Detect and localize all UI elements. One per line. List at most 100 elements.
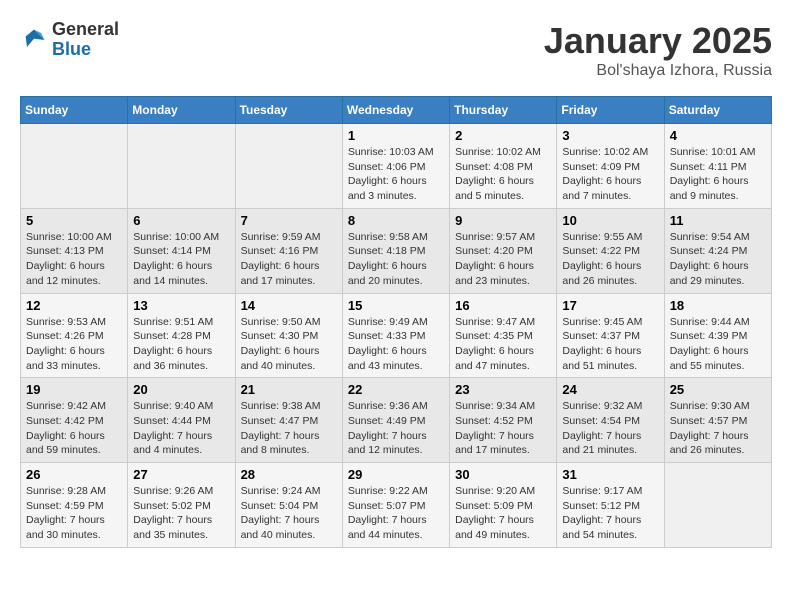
header-friday: Friday [557,97,664,124]
day-info: Sunrise: 9:51 AMSunset: 4:28 PMDaylight:… [133,315,229,374]
day-number: 4 [670,128,766,143]
calendar-cell: 4Sunrise: 10:01 AMSunset: 4:11 PMDayligh… [664,124,771,209]
day-number: 28 [241,467,337,482]
day-number: 11 [670,213,766,228]
day-number: 6 [133,213,229,228]
day-info: Sunrise: 9:26 AMSunset: 5:02 PMDaylight:… [133,484,229,543]
day-number: 10 [562,213,658,228]
day-info: Sunrise: 9:47 AMSunset: 4:35 PMDaylight:… [455,315,551,374]
day-info: Sunrise: 10:00 AMSunset: 4:14 PMDaylight… [133,230,229,289]
calendar-cell: 3 Sunrise: 10:02 AMSunset: 4:09 PMDayligh… [557,124,664,209]
day-number: 23 [455,382,551,397]
day-info: Sunrise: 9:30 AMSunset: 4:57 PMDaylight:… [670,399,766,458]
calendar-cell [235,124,342,209]
day-info: Sunrise: 10:02 AMSunset: 4:09 PMDaylight… [562,145,658,204]
day-info: Sunrise: 9:20 AMSunset: 5:09 PMDaylight:… [455,484,551,543]
day-number: 26 [26,467,122,482]
day-number: 21 [241,382,337,397]
calendar-cell: 27Sunrise: 9:26 AMSunset: 5:02 PMDayligh… [128,463,235,548]
calendar-cell: 16Sunrise: 9:47 AMSunset: 4:35 PMDayligh… [450,293,557,378]
day-number: 24 [562,382,658,397]
calendar-cell: 12 Sunrise: 9:53 AMSunset: 4:26 PMDayligh… [21,293,128,378]
calendar-cell: 1 Sunrise: 10:03 AMSunset: 4:06 PMDayligh… [342,124,449,209]
day-number: 18 [670,298,766,313]
month-title: January 2025 [544,20,772,62]
day-number: 12 [26,298,122,313]
calendar-cell: 2 Sunrise: 10:02 AMSunset: 4:08 PMDayligh… [450,124,557,209]
day-info: Sunrise: 9:38 AMSunset: 4:47 PMDaylight:… [241,399,337,458]
calendar-cell: 8Sunrise: 9:58 AMSunset: 4:18 PMDaylight… [342,208,449,293]
calendar-cell: 9 Sunrise: 9:57 AMSunset: 4:20 PMDaylight… [450,208,557,293]
day-info: Sunrise: 9:55 AMSunset: 4:22 PMDaylight:… [562,230,658,289]
day-number: 22 [348,382,444,397]
location: Bol'shaya Izhora, Russia [544,62,772,80]
calendar-cell: 26Sunrise: 9:28 AMSunset: 4:59 PMDayligh… [21,463,128,548]
day-number: 30 [455,467,551,482]
calendar-cell: 25 Sunrise: 9:30 AMSunset: 4:57 PMDayligh… [664,378,771,463]
day-info: Sunrise: 9:50 AMSunset: 4:30 PMDaylight:… [241,315,337,374]
day-info: Sunrise: 9:36 AMSunset: 4:49 PMDaylight:… [348,399,444,458]
day-info: Sunrise: 9:53 AMSunset: 4:26 PMDaylight:… [26,315,122,374]
day-number: 9 [455,213,551,228]
logo-text: General Blue [52,20,119,60]
day-info: Sunrise: 10:00 AMSunset: 4:13 PMDaylight… [26,230,122,289]
calendar-cell: 29 Sunrise: 9:22 AMSunset: 5:07 PMDayligh… [342,463,449,548]
day-info: Sunrise: 9:32 AMSunset: 4:54 PMDaylight:… [562,399,658,458]
day-number: 25 [670,382,766,397]
day-number: 1 [348,128,444,143]
day-info: Sunrise: 9:22 AMSunset: 5:07 PMDaylight:… [348,484,444,543]
day-number: 19 [26,382,122,397]
calendar-cell: 23Sunrise: 9:34 AMSunset: 4:52 PMDayligh… [450,378,557,463]
calendar-cell: 30 Sunrise: 9:20 AMSunset: 5:09 PMDayligh… [450,463,557,548]
header-thursday: Thursday [450,97,557,124]
page-header: General Blue January 2025 Bol'shaya Izho… [20,20,772,80]
calendar-cell: 6 Sunrise: 10:00 AMSunset: 4:14 PMDayligh… [128,208,235,293]
calendar-cell: 20Sunrise: 9:40 AMSunset: 4:44 PMDayligh… [128,378,235,463]
day-info: Sunrise: 9:40 AMSunset: 4:44 PMDaylight:… [133,399,229,458]
day-info: Sunrise: 10:03 AMSunset: 4:06 PMDaylight… [348,145,444,204]
calendar-cell: 18 Sunrise: 9:44 AMSunset: 4:39 PMDayligh… [664,293,771,378]
calendar-cell: 21 Sunrise: 9:38 AMSunset: 4:47 PMDayligh… [235,378,342,463]
day-number: 3 [562,128,658,143]
day-number: 17 [562,298,658,313]
day-info: Sunrise: 9:57 AMSunset: 4:20 PMDaylight:… [455,230,551,289]
day-number: 2 [455,128,551,143]
header-wednesday: Wednesday [342,97,449,124]
calendar-table: SundayMondayTuesdayWednesdayThursdayFrid… [20,96,772,548]
calendar-cell [664,463,771,548]
header-sunday: Sunday [21,97,128,124]
calendar-cell: 31Sunrise: 9:17 AMSunset: 5:12 PMDayligh… [557,463,664,548]
day-number: 15 [348,298,444,313]
logo-general: General [52,20,119,40]
logo-icon [20,26,48,54]
logo-blue: Blue [52,40,119,60]
day-number: 5 [26,213,122,228]
calendar-cell [128,124,235,209]
logo: General Blue [20,20,119,60]
week-row-4: 19Sunrise: 9:42 AMSunset: 4:42 PMDayligh… [21,378,772,463]
day-info: Sunrise: 10:02 AMSunset: 4:08 PMDaylight… [455,145,551,204]
week-row-3: 12 Sunrise: 9:53 AMSunset: 4:26 PMDayligh… [21,293,772,378]
day-info: Sunrise: 9:58 AMSunset: 4:18 PMDaylight:… [348,230,444,289]
calendar-header-row: SundayMondayTuesdayWednesdayThursdayFrid… [21,97,772,124]
day-number: 7 [241,213,337,228]
calendar-cell: 13 Sunrise: 9:51 AMSunset: 4:28 PMDayligh… [128,293,235,378]
calendar-cell: 17 Sunrise: 9:45 AMSunset: 4:37 PMDayligh… [557,293,664,378]
calendar-cell: 5 Sunrise: 10:00 AMSunset: 4:13 PMDayligh… [21,208,128,293]
calendar-cell: 22 Sunrise: 9:36 AMSunset: 4:49 PMDayligh… [342,378,449,463]
header-tuesday: Tuesday [235,97,342,124]
header-monday: Monday [128,97,235,124]
day-number: 29 [348,467,444,482]
day-info: Sunrise: 9:44 AMSunset: 4:39 PMDaylight:… [670,315,766,374]
day-info: Sunrise: 9:59 AMSunset: 4:16 PMDaylight:… [241,230,337,289]
header-saturday: Saturday [664,97,771,124]
day-info: Sunrise: 9:45 AMSunset: 4:37 PMDaylight:… [562,315,658,374]
day-number: 13 [133,298,229,313]
title-block: January 2025 Bol'shaya Izhora, Russia [544,20,772,80]
calendar-cell: 15Sunrise: 9:49 AMSunset: 4:33 PMDayligh… [342,293,449,378]
day-info: Sunrise: 9:24 AMSunset: 5:04 PMDaylight:… [241,484,337,543]
week-row-5: 26Sunrise: 9:28 AMSunset: 4:59 PMDayligh… [21,463,772,548]
day-number: 14 [241,298,337,313]
day-info: Sunrise: 9:17 AMSunset: 5:12 PMDaylight:… [562,484,658,543]
calendar-cell: 7 Sunrise: 9:59 AMSunset: 4:16 PMDaylight… [235,208,342,293]
